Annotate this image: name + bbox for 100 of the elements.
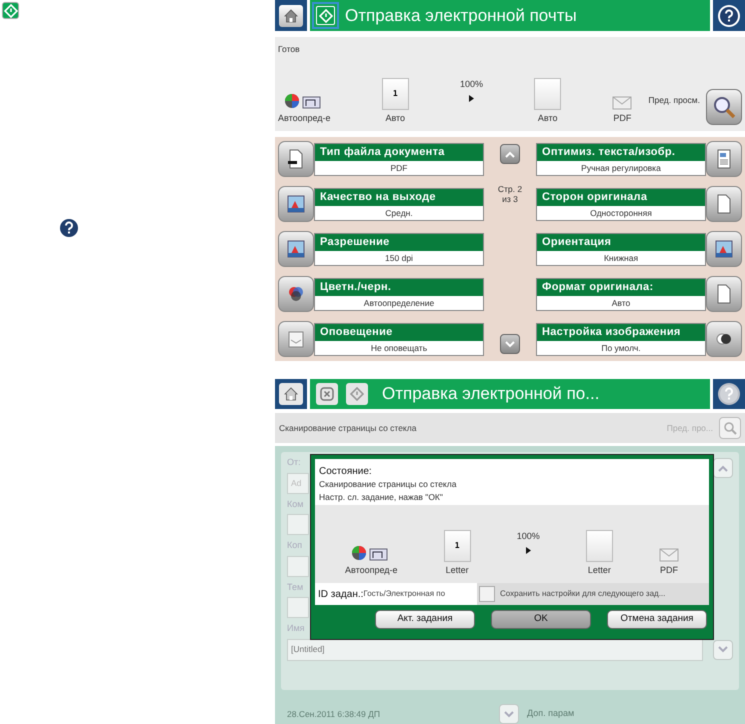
option-value: Не оповещать	[370, 342, 428, 354]
help-icon	[57, 216, 81, 240]
option-value: Авто	[610, 296, 632, 310]
option-title: Сторон оригинала	[537, 188, 705, 206]
option-title: Тип файла документа	[315, 144, 483, 160]
option-value: Односторонняя	[589, 206, 653, 220]
scroll-down-button[interactable]	[500, 334, 520, 354]
option-title: Ориентация	[537, 234, 705, 250]
preview-button[interactable]	[706, 89, 742, 125]
page-thumbnail	[534, 78, 562, 110]
field-value: [Untitled]	[291, 643, 325, 656]
dialog-button[interactable]: Акт. задания	[375, 610, 475, 629]
close-icon	[320, 387, 334, 401]
arrow-icon	[468, 95, 474, 102]
page-number: 1	[392, 88, 398, 100]
start-button[interactable]	[312, 2, 339, 29]
preview-label: Авто	[538, 112, 558, 124]
option-title: Цветн./черн.	[315, 278, 483, 296]
option-tile[interactable]: Качество на выходе Средн.	[314, 188, 484, 220]
field-label: Имя	[287, 622, 306, 635]
field-label: От:	[287, 456, 302, 469]
option-icon-button[interactable]	[278, 186, 314, 222]
help-icon	[717, 382, 741, 406]
scroll-up-button[interactable]	[713, 458, 733, 478]
option-tile[interactable]: Ориентация Книжная	[536, 232, 706, 266]
dialog-message: Сканирование страницы со стекла	[319, 478, 458, 491]
magnifier-icon	[711, 94, 737, 120]
option-value: Ручная регулировка	[580, 162, 662, 174]
option-value: Средн.	[384, 206, 414, 220]
home-button[interactable]	[279, 4, 303, 26]
option-tile[interactable]: Тип файла документа PDF	[314, 142, 484, 176]
option-icon-button[interactable]	[278, 141, 314, 177]
arrow-icon	[526, 547, 531, 554]
job-id-value: Гость/Электронная по	[363, 588, 446, 600]
envelope-icon	[612, 96, 632, 110]
page-thumbnail	[586, 530, 613, 562]
chevron-down-icon	[504, 710, 514, 718]
preview-label: Letter	[446, 564, 469, 576]
help-button[interactable]	[715, 380, 743, 408]
option-title: Разрешение	[315, 234, 483, 250]
option-value: PDF	[390, 162, 408, 174]
option-title: Оповещение	[315, 324, 483, 340]
chevron-up-icon	[505, 150, 515, 158]
preview-label: Letter	[588, 564, 611, 576]
start-icon	[350, 387, 364, 401]
option-icon-button[interactable]	[278, 276, 314, 312]
stop-button[interactable]	[316, 383, 338, 405]
save-settings-label: Сохранить настройки для следующего зад...	[500, 588, 666, 600]
option-tile[interactable]: Сторон оригинала Односторонняя	[536, 188, 706, 220]
chevron-up-icon	[718, 464, 728, 472]
chevron-down-icon	[718, 646, 728, 653]
more-options-label: Доп. парам	[527, 707, 574, 720]
option-value: 150 dpi	[384, 252, 414, 264]
home-icon	[283, 386, 299, 402]
option-tile[interactable]: Оптимиз. текста/изобр. Ручная регулировка	[536, 142, 706, 176]
dialog-button[interactable]: OK	[491, 610, 591, 629]
page-indicator: Стр. 2	[498, 184, 522, 194]
option-title: Формат оригинала:	[537, 278, 705, 296]
scale-label: 100%	[516, 530, 540, 542]
preview-label: Авто	[385, 112, 406, 124]
option-icon-button[interactable]	[706, 231, 742, 267]
field-label: Тем	[287, 580, 304, 594]
preview-label: Автоопред-е	[278, 112, 331, 125]
page-total: из 3	[502, 194, 518, 204]
envelope-icon	[658, 548, 679, 562]
dialog-message: Настр. сл. задание, нажав "ОК"	[319, 491, 444, 504]
page-number: 1	[454, 540, 460, 552]
timestamp: 28.Сен.2011 6:38:49 ДП	[287, 708, 381, 720]
option-icon-button[interactable]	[706, 321, 742, 357]
dialog-heading: Состояние:	[319, 465, 373, 478]
option-tile[interactable]: Оповещение Не оповещать	[314, 322, 484, 356]
input-field[interactable]	[287, 556, 309, 576]
field-label: Ком	[287, 498, 304, 510]
dialog-button[interactable]: Отмена задания	[607, 610, 707, 629]
input-field[interactable]	[287, 514, 309, 535]
option-icon-button[interactable]	[278, 231, 314, 267]
option-title: Оптимиз. текста/изобр.	[537, 144, 705, 160]
field-label: Коп	[287, 539, 304, 552]
option-tile[interactable]: Цветн./черн. Автоопределение	[314, 278, 484, 310]
start-button[interactable]	[346, 383, 368, 405]
chevron-down-icon	[505, 340, 515, 348]
preview-label: Автоопред-е	[345, 564, 398, 577]
option-tile[interactable]: Разрешение 150 dpi	[314, 232, 484, 266]
help-icon	[717, 4, 741, 28]
preview-label: Пред. просм.	[648, 94, 700, 107]
name-field[interactable]: [Untitled]	[287, 638, 703, 660]
save-settings-checkbox[interactable]	[479, 586, 495, 602]
option-tile[interactable]: Формат оригинала: Авто	[536, 278, 706, 310]
job-id-label: ID задан.:	[318, 588, 364, 602]
home-button[interactable]	[279, 383, 303, 405]
option-title: Качество на выходе	[315, 188, 483, 206]
magnifier-icon	[723, 421, 737, 435]
preview-label: PDF	[660, 564, 678, 576]
option-tile[interactable]: Настройка изображения По умолч.	[536, 322, 706, 356]
input-field[interactable]	[287, 597, 309, 618]
status-text: Сканирование страницы со стекла	[279, 422, 416, 434]
start-icon	[318, 8, 332, 22]
home-icon	[283, 8, 299, 24]
preview-label: Пред. про...	[666, 422, 713, 434]
screen-title: Отправка электронной по...	[382, 383, 600, 406]
